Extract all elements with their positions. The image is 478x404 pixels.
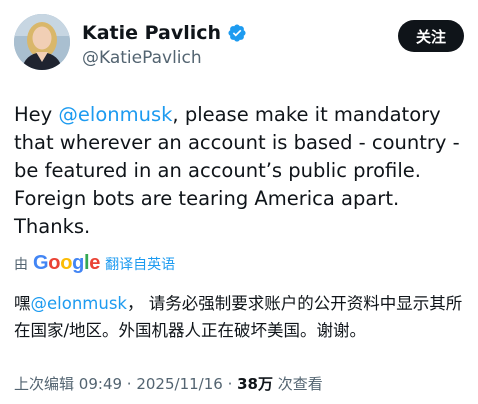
post-date[interactable]: 2025/11/16 (136, 375, 222, 393)
translated-text-start: 嘿 (14, 294, 31, 313)
translated-mention-link[interactable]: @elonmusk (31, 294, 127, 313)
verified-badge-icon (227, 23, 247, 43)
google-logo: Google (33, 252, 100, 275)
google-letter: o (48, 252, 61, 274)
post-time[interactable]: 09:49 (79, 375, 122, 393)
translated-text: 嘿@elonmusk， 请务必强制要求账户的公开资料中显示其所在国家/地区。外国… (14, 290, 470, 344)
follow-button[interactable]: 关注 (398, 20, 464, 52)
google-letter: o (60, 252, 73, 274)
display-name[interactable]: Katie Pavlich (82, 22, 221, 44)
name-line: Katie Pavlich (82, 22, 247, 44)
mention-link[interactable]: @elonmusk (58, 103, 172, 126)
views-count: 38万 (237, 375, 273, 393)
views-label: 次查看 (277, 375, 323, 393)
edited-label[interactable]: 上次编辑 (14, 375, 74, 393)
tweet-text-start: Hey (14, 103, 59, 126)
tweet-text: Hey @elonmusk, please make it mandatory … (14, 101, 466, 241)
tweet-meta: 上次编辑 09:49 · 2025/11/16 · 38万 次查看 (14, 373, 323, 394)
avatar[interactable] (14, 14, 70, 70)
separator: · (222, 375, 238, 393)
google-letter: g (72, 252, 85, 274)
google-letter: G (33, 252, 49, 274)
handle[interactable]: @KatiePavlich (82, 48, 202, 68)
google-letter: e (89, 252, 101, 274)
translated-by-label: 由 (14, 256, 28, 273)
translation-attribution: 由 Google 翻译自英语 (14, 252, 175, 275)
separator: · (122, 375, 137, 393)
tweet-header: Katie Pavlich @KatiePavlich 关注 (14, 14, 464, 74)
translate-source-link[interactable]: 翻译自英语 (105, 254, 175, 274)
